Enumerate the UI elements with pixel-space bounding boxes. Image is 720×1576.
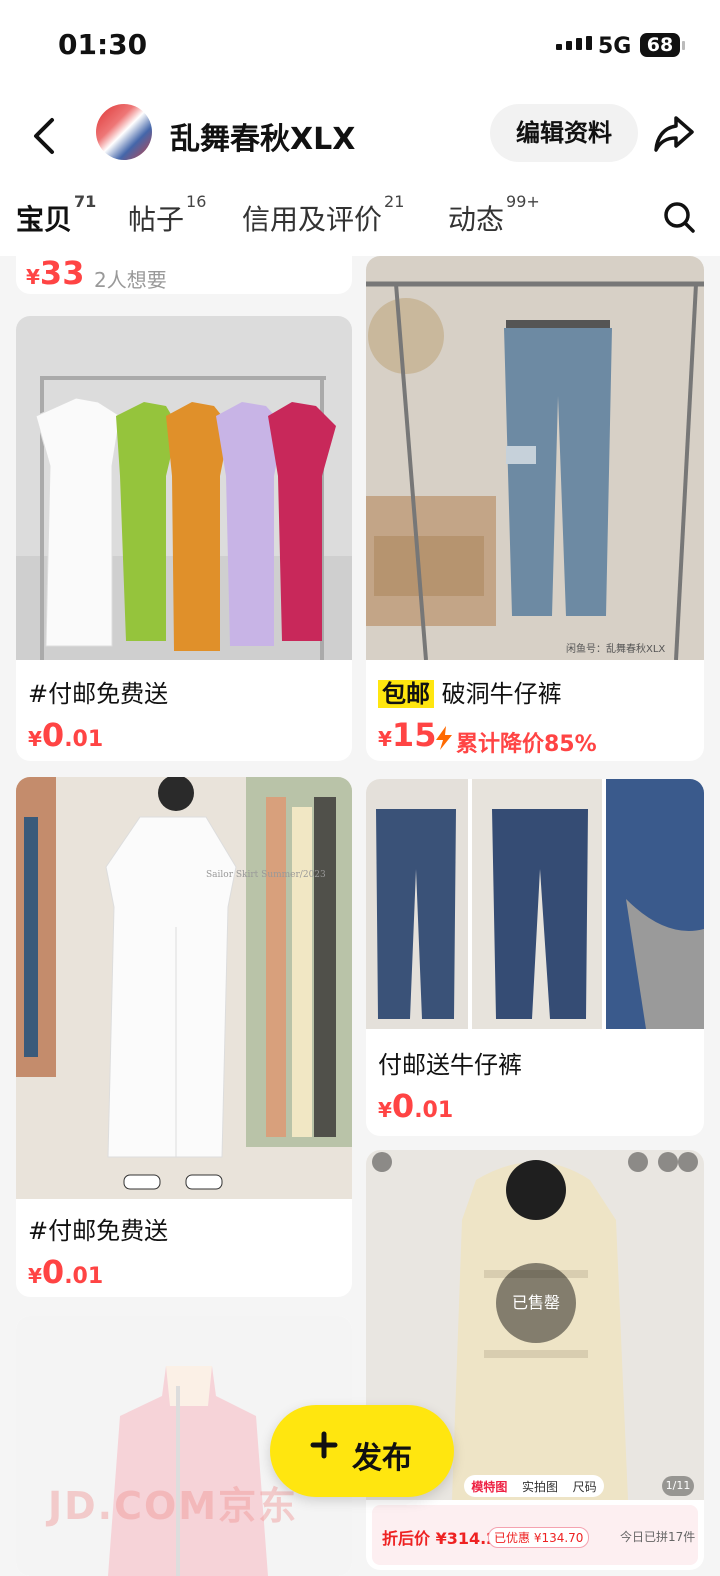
- price-currency: ¥: [378, 727, 392, 751]
- battery-icon: 68: [640, 33, 680, 57]
- tab-posts-label: 帖子: [128, 203, 185, 236]
- item-card-partial[interactable]: ¥33 2人想要: [16, 236, 352, 294]
- item-title: #付邮免费送: [28, 680, 169, 708]
- item-price: ¥0.01: [378, 1087, 453, 1125]
- jeans2-image: [366, 779, 704, 1029]
- item-price: ¥0.01: [28, 1253, 103, 1291]
- item-card-dresses[interactable]: #付邮免费送 ¥0.01: [16, 316, 352, 761]
- img-overlay-text: Sailor Skirt Summer/2023: [206, 870, 326, 880]
- user-name: 乱舞春秋XLX: [170, 122, 356, 157]
- price-drop-text: 累计降价85%: [456, 732, 597, 757]
- tag-size[interactable]: 尺码: [573, 1478, 597, 1495]
- price-int: 0: [41, 716, 65, 754]
- price-value: 33: [39, 254, 85, 292]
- free-shipping-badge: 包邮: [378, 680, 434, 708]
- price-dec: .01: [64, 1264, 104, 1289]
- tab-items-label: 宝贝: [13, 198, 75, 238]
- coat-price-strip: 折后价 ¥314.29 已优惠 ¥134.70 今日已拼17件: [372, 1505, 698, 1565]
- price-dec: .01: [64, 727, 104, 752]
- item-title: #付邮免费送: [28, 1217, 169, 1245]
- price-int: 0: [41, 1253, 65, 1291]
- item-card-white-dress[interactable]: Sailor Skirt Summer/2023 #付邮免费送 ¥0.01: [16, 777, 352, 1297]
- edit-profile-button[interactable]: 编辑资料: [490, 104, 638, 162]
- tab-items[interactable]: 宝贝71: [13, 192, 96, 238]
- price-dec: .01: [414, 1098, 454, 1123]
- white-dress-image: Sailor Skirt Summer/2023: [16, 777, 352, 1199]
- image-page-indicator: 1/11: [662, 1476, 694, 1496]
- lightning-icon: [436, 726, 452, 750]
- tag-real[interactable]: 实拍图: [522, 1478, 558, 1495]
- tab-credit-label: 信用及评价: [242, 203, 383, 236]
- price-currency: ¥: [28, 1264, 42, 1288]
- group-buy-text: 今日已拼17件: [620, 1530, 696, 1544]
- item-card-jeans2[interactable]: 付邮送牛仔裤 ¥0.01: [366, 779, 704, 1136]
- item-title-text: 破洞牛仔裤: [441, 680, 562, 708]
- item-price: ¥0.01: [28, 716, 103, 754]
- jeans-img-caption: 闲鱼号：乱舞春秋XLX: [566, 642, 665, 655]
- items-grid: ¥33 2人想要 #付邮免费送 ¥0.01 Sailor Skirt Summe…: [0, 236, 720, 1576]
- publish-button[interactable]: 发布: [270, 1405, 454, 1497]
- price-currency: ¥: [378, 1098, 392, 1122]
- tab-items-count: 71: [74, 192, 97, 211]
- tag-model[interactable]: 模特图: [471, 1478, 507, 1495]
- signal-icon: [556, 36, 592, 50]
- jeans-image: 闲鱼号：乱舞春秋XLX: [366, 256, 704, 660]
- want-count: 2人想要: [94, 268, 167, 292]
- item-price: ¥15: [378, 716, 436, 754]
- avatar[interactable]: [96, 104, 152, 160]
- status-time: 01:30: [58, 28, 148, 61]
- price-value: 15: [391, 716, 437, 754]
- tab-posts-count: 16: [186, 192, 207, 211]
- search-icon[interactable]: [662, 200, 696, 234]
- share-icon[interactable]: [652, 112, 696, 156]
- image-tag-bar: 模特图 实拍图 尺码: [464, 1475, 604, 1497]
- item-title: 付邮送牛仔裤: [378, 1051, 522, 1079]
- sold-out-badge: 已售罄: [496, 1263, 576, 1343]
- profile-header: 乱舞春秋XLX 编辑资料 宝贝71 帖子16 信用及评价21 动态99+: [0, 92, 720, 256]
- discount-tag: 已优惠 ¥134.70: [488, 1527, 590, 1548]
- item-card-coat[interactable]: 已售罄 模特图 实拍图 尺码 1/11 折后价 ¥314.29 已优惠 ¥134…: [366, 1150, 704, 1570]
- price-int: 0: [391, 1087, 415, 1125]
- status-bar: 01:30 5G 68: [0, 0, 720, 92]
- item-card-jeans[interactable]: 闲鱼号：乱舞春秋XLX 包邮 破洞牛仔裤 ¥15 累计降价85%: [366, 256, 704, 761]
- tab-activity-label: 动态: [448, 203, 505, 236]
- tab-activity-count: 99+: [506, 192, 540, 211]
- item-price: ¥33: [26, 254, 84, 292]
- item-title: 包邮 破洞牛仔裤: [378, 674, 562, 709]
- dresses-image: [16, 316, 352, 660]
- price-currency: ¥: [28, 727, 42, 751]
- back-icon[interactable]: [30, 116, 60, 156]
- network-type: 5G: [598, 34, 632, 59]
- publish-label: 发布: [352, 1441, 412, 1476]
- tab-posts[interactable]: 帖子16: [128, 192, 206, 238]
- tab-activity[interactable]: 动态99+: [448, 192, 540, 238]
- plus-icon: [310, 1431, 338, 1459]
- tab-credit-count: 21: [384, 192, 405, 211]
- tab-credit[interactable]: 信用及评价21: [242, 192, 404, 238]
- battery-tip: [682, 41, 685, 50]
- price-currency: ¥: [26, 265, 40, 289]
- watermark: JD.COM京东: [48, 1484, 299, 1528]
